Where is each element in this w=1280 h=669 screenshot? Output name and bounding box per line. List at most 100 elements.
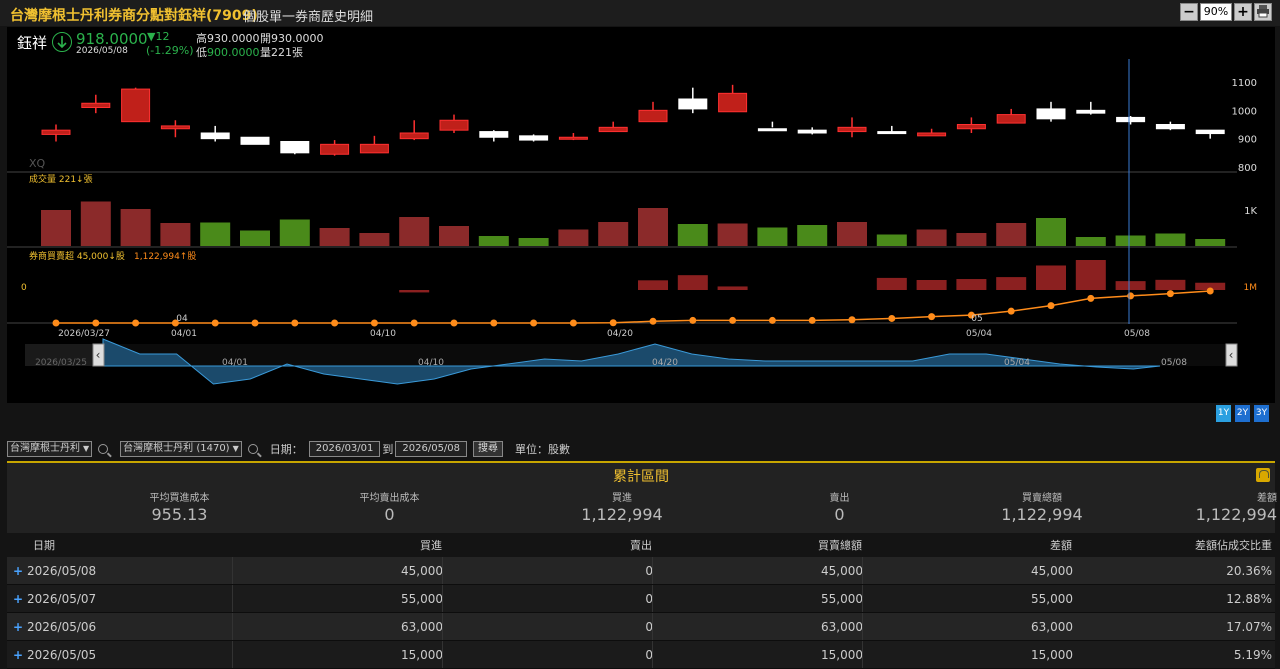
x-axis-date-label: 04/20	[607, 329, 633, 339]
expand-icon[interactable]: +	[13, 564, 27, 578]
candle-body	[519, 135, 549, 141]
search-icon[interactable]	[98, 444, 109, 454]
table-row[interactable]: +2026/05/07 55,000 0 55,000 55,000 12.88…	[7, 585, 1275, 613]
candlestick-chart[interactable]: 1100 1000 900 800 XQ 成交量 221↓張 1K 券商買賣超 45,000↓…	[7, 27, 1275, 403]
x-axis-month-label: 05	[971, 314, 982, 324]
broker-cum-point	[808, 316, 816, 324]
zoom-level: 90%	[1200, 3, 1232, 21]
volume-bar	[956, 233, 987, 246]
stock-chart[interactable]: 鈺祥 918.0000 2026/05/08 ▼12 (-1.29%) 高930…	[7, 27, 1275, 403]
candle-body	[121, 88, 151, 123]
volume-bar	[160, 223, 191, 246]
table-row[interactable]: +2026/05/08 45,000 0 45,000 45,000 20.36…	[7, 557, 1275, 585]
col-buy: 買進	[420, 539, 442, 552]
volume-bar	[319, 228, 350, 246]
candle-body	[877, 131, 907, 135]
avg-sell-cost: 平均賣出成本 0	[359, 493, 420, 524]
window-subtitle: 個股單一券商歷史明細	[243, 10, 374, 25]
zoom-in-button[interactable]: +	[1234, 3, 1252, 21]
x-axis-date-label: 2026/03/27	[58, 329, 110, 339]
volume-bar	[558, 229, 589, 246]
avg-buy-cost: 平均買進成本 955.13	[149, 493, 210, 524]
branch-select[interactable]: 台灣摩根士丹利 (1470) ▼	[120, 441, 242, 457]
broker-zero-label: 0	[21, 283, 27, 293]
end-date-input[interactable]: 2026/05/08	[395, 441, 468, 457]
navigator-date-label: 04/10	[418, 358, 444, 368]
volume-tick-label: 1K	[1244, 206, 1257, 217]
table-row[interactable]: +2026/05/06 63,000 0 63,000 63,000 17.07…	[7, 613, 1275, 641]
col-diff: 差額	[1050, 539, 1072, 552]
broker-cum-point	[92, 319, 100, 327]
broker-cum-point	[1087, 294, 1095, 302]
navigator-date-label: 04/20	[652, 358, 678, 368]
broker-cum-point	[729, 316, 737, 324]
candle-body	[81, 102, 111, 108]
broker-net-bar	[996, 277, 1027, 290]
range-buttons: 1Y 2Y 3Y	[1216, 405, 1269, 422]
table-header: 日期 買進 賣出 買賣總額 差額 差額佔成交比重	[7, 533, 1275, 557]
volume-bar	[120, 209, 151, 246]
search-button[interactable]: 搜尋	[473, 441, 504, 457]
volume-bar	[837, 222, 867, 246]
broker-select[interactable]: 台灣摩根士丹利 ▼	[7, 441, 93, 457]
price-tick-label: 1000	[1232, 106, 1257, 117]
candle-body	[956, 124, 986, 130]
candle-body	[797, 129, 827, 134]
x-axis-date-label: 04/10	[370, 329, 396, 339]
volume-bar	[916, 229, 947, 246]
candle-body	[996, 114, 1026, 124]
x-axis-date-label: 05/08	[1124, 329, 1150, 339]
range-3y-button[interactable]: 3Y	[1254, 405, 1269, 422]
navigator-date-label: 04/01	[222, 358, 248, 368]
broker-cum-point	[52, 319, 60, 327]
broker-cum-point	[410, 319, 418, 327]
broker-cum-point	[490, 319, 498, 327]
print-icon[interactable]	[1254, 3, 1272, 21]
candle-body	[41, 129, 71, 135]
table-row[interactable]: +2026/05/05 15,000 0 15,000 15,000 5.19%	[7, 641, 1275, 669]
range-2y-button[interactable]: 2Y	[1235, 405, 1250, 422]
broker-cum-point	[888, 314, 896, 322]
range-1y-button[interactable]: 1Y	[1216, 405, 1231, 422]
broker-net-bar	[1115, 281, 1146, 290]
window-title: 台灣摩根士丹利券商分點對鈺祥(7909)	[10, 8, 258, 24]
zoom-out-button[interactable]: −	[1180, 3, 1198, 21]
volume-bar	[677, 224, 708, 246]
volume-bar	[240, 230, 270, 246]
volume-bar	[80, 201, 111, 246]
date-label: 日期：	[269, 443, 303, 456]
broker-net-bar	[399, 290, 430, 293]
volume-bar	[359, 233, 390, 246]
broker-cum-line	[56, 290, 1211, 324]
lock-icon[interactable]	[1256, 468, 1270, 482]
candle-body	[479, 131, 509, 138]
volume-bar	[518, 238, 549, 246]
broker-cum-legend: 1,122,994↑股	[134, 251, 196, 262]
volume-bar	[638, 208, 668, 246]
broker-net-bar	[638, 280, 668, 290]
search-icon[interactable]	[247, 444, 258, 454]
volume-bar	[200, 222, 231, 246]
broker-cum-point	[848, 316, 856, 324]
broker-cum-point	[1127, 292, 1135, 300]
volume-bar	[1195, 239, 1226, 246]
candle-body	[1155, 124, 1185, 130]
start-date-input[interactable]: 2026/03/01	[308, 441, 381, 457]
expand-icon[interactable]: +	[13, 620, 27, 634]
candle-body	[1076, 109, 1106, 114]
broker-cum-point	[530, 319, 538, 327]
expand-icon[interactable]: +	[13, 648, 27, 662]
candle-body	[200, 132, 230, 140]
expand-icon[interactable]: +	[13, 592, 27, 606]
broker-net-bar	[717, 286, 748, 290]
broker-cum-point	[211, 319, 219, 327]
volume-legend: 成交量 221↓張	[29, 173, 93, 185]
broker-cum-point	[768, 316, 776, 324]
volume-bar	[1155, 233, 1186, 246]
volume-bar	[41, 210, 71, 246]
broker-cum-point	[1166, 290, 1174, 298]
volume-bar	[1036, 218, 1066, 246]
candle-body	[678, 98, 708, 110]
xq-watermark: XQ	[29, 157, 46, 170]
broker-net-bar	[916, 280, 947, 290]
